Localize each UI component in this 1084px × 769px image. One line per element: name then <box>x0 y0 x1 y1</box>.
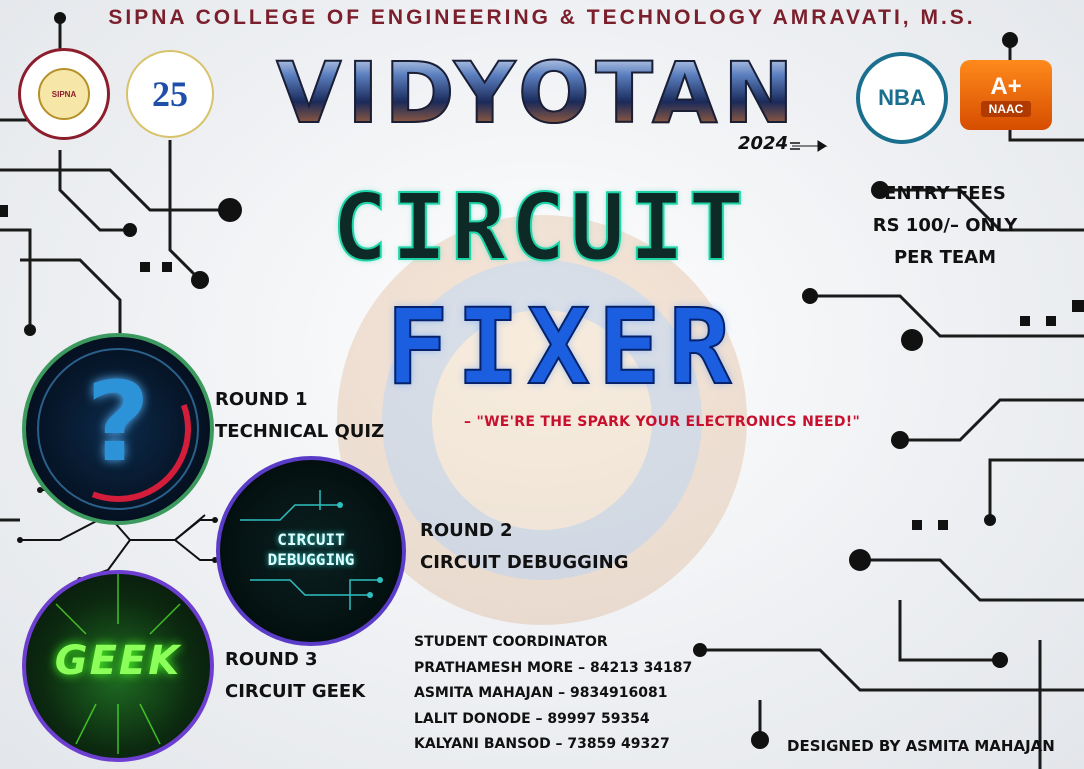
fest-name: VIDYOTAN <box>228 47 848 139</box>
nba-logo-text: NBA <box>878 85 926 110</box>
round-3-image: GEEK <box>22 570 214 762</box>
round-3-name: CIRCUIT GEEK <box>225 681 366 702</box>
event-poster: SIPNA COLLEGE OF ENGINEERING & TECHNOLOG… <box>0 0 1084 769</box>
anniversary-logo: 25 <box>126 50 214 138</box>
round-1-image: ? <box>22 333 214 525</box>
naac-grade-badge: A+ NAAC <box>960 60 1052 130</box>
event-tagline: – "WE'RE THE SPARK YOUR ELECTRONICS NEED… <box>464 414 861 430</box>
designer-credit: DESIGNED BY ASMITA MAHAJAN <box>787 737 1055 755</box>
fest-year: 2024 <box>738 133 789 154</box>
entry-fees: ENTRY FEES RS 100/– ONLY PER TEAM <box>860 178 1030 274</box>
fees-line-3: PER TEAM <box>893 247 997 268</box>
round-1-number: ROUND 1 <box>215 389 308 410</box>
student-coordinators: STUDENT COORDINATOR PRATHAMESH MORE – 84… <box>414 630 692 758</box>
sipna-college-logo: SIPNA <box>18 48 110 140</box>
round-3-image-text: GEEK <box>54 638 182 684</box>
event-title-circuit: CIRCUIT <box>331 174 748 281</box>
nba-accreditation-logo: NBA <box>856 52 948 144</box>
coordinator-entry: KALYANI BANSOD – 73859 49327 <box>414 736 670 752</box>
naac-grade: A+ <box>990 73 1022 100</box>
round-1-name: TECHNICAL QUIZ <box>215 421 385 442</box>
event-title-fixer: FIXER <box>385 286 740 408</box>
anniversary-number: 25 <box>152 74 188 114</box>
question-mark-icon: ? <box>86 358 150 486</box>
sipna-logo-text: SIPNA <box>38 68 90 120</box>
round-1-label: ROUND 1 TECHNICAL QUIZ <box>215 384 384 448</box>
round-2-image-text: CIRCUIT DEBUGGING <box>220 530 402 570</box>
round-2-image-text-line-2: DEBUGGING <box>267 550 355 569</box>
round-2-label: ROUND 2 CIRCUIT DEBUGGING <box>420 515 629 579</box>
fees-line-2: RS 100/– ONLY <box>872 215 1018 236</box>
rocket-icon <box>790 138 828 157</box>
round-2-name: CIRCUIT DEBUGGING <box>420 552 629 573</box>
naac-label: NAAC <box>980 101 1032 117</box>
round-3-label: ROUND 3 CIRCUIT GEEK <box>225 644 365 708</box>
coordinator-heading: STUDENT COORDINATOR <box>414 634 608 650</box>
coordinator-entry: LALIT DONODE – 89997 59354 <box>414 710 650 727</box>
college-name: SIPNA COLLEGE OF ENGINEERING & TECHNOLOG… <box>108 6 976 29</box>
round-3-number: ROUND 3 <box>225 649 318 670</box>
coordinator-entry: ASMITA MAHAJAN – 9834916081 <box>414 685 668 701</box>
round-2-number: ROUND 2 <box>420 520 513 541</box>
coordinator-entry: PRATHAMESH MORE – 84213 34187 <box>414 659 693 676</box>
fees-line-1: ENTRY FEES <box>884 183 1006 204</box>
round-2-image: CIRCUIT DEBUGGING <box>216 456 406 646</box>
round-2-image-text-line-1: CIRCUIT <box>277 530 345 549</box>
